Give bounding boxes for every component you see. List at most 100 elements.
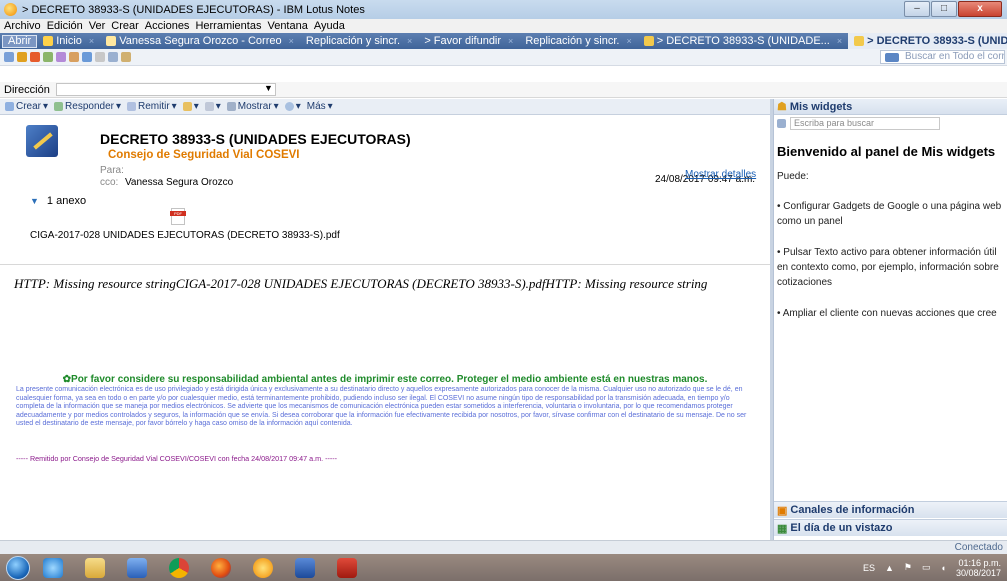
stop-icon[interactable] — [30, 52, 40, 62]
widgets-search-input[interactable]: Escriba para buscar — [790, 117, 940, 130]
menu-ver[interactable]: Ver — [89, 20, 106, 32]
search-icon — [885, 53, 899, 62]
taskbar-media[interactable] — [118, 555, 156, 580]
language-indicator[interactable]: ES — [863, 563, 875, 573]
widgets-menu-icon[interactable] — [777, 119, 786, 128]
email-body: HTTP: Missing resource stringCIGA-2017-0… — [0, 266, 770, 540]
menu-ventana[interactable]: Ventana — [267, 20, 307, 32]
tab-close-icon[interactable]: × — [407, 36, 412, 46]
chevron-down-icon[interactable]: ▼ — [264, 83, 273, 93]
tab-home[interactable]: Inicio × — [37, 33, 100, 49]
taskbar-ie[interactable] — [34, 555, 72, 580]
tab-bar: Abrir Inicio × Vanessa Segura Orozco - Co… — [0, 33, 1007, 49]
widgets-search-row: Escriba para buscar — [774, 115, 1007, 132]
connection-status[interactable]: Conectado — [955, 542, 1003, 553]
address-bar: Dirección ▼ — [0, 82, 1007, 98]
tab-favor-difundir[interactable]: > Favor difundir × — [418, 33, 519, 49]
start-button[interactable] — [6, 555, 30, 580]
maximize-button[interactable]: □ — [931, 1, 957, 17]
document-icon — [643, 36, 654, 46]
address-label: Dirección — [4, 83, 50, 96]
show-details-link[interactable]: Mostrar detalles — [685, 169, 756, 180]
tab-decreto-active[interactable]: > DECRETO 38933-S (UNIDADE...× — [848, 33, 1007, 49]
tab-mail[interactable]: Vanessa Segura Orozco - Correo × — [100, 33, 300, 49]
open-button[interactable]: Abrir — [2, 34, 38, 48]
create-button[interactable]: Crear ▾ — [5, 101, 48, 112]
tab-close-icon[interactable]: × — [289, 36, 294, 46]
new-icon[interactable] — [4, 52, 14, 62]
menu-herramientas[interactable]: Herramientas — [195, 20, 261, 32]
address-input[interactable]: ▼ — [55, 83, 276, 96]
taskbar-chrome[interactable] — [160, 555, 198, 580]
widgets-bullet-3: • Ampliar el cliente con nuevas acciones… — [777, 308, 997, 319]
taskbar-acrobat[interactable] — [328, 555, 366, 580]
tab-close-icon[interactable]: × — [89, 36, 94, 46]
paste-icon[interactable] — [121, 52, 131, 62]
feeds-panel-header[interactable]: ▣ Canales de información — [774, 501, 1007, 518]
day-at-glance-header[interactable]: ▦ El día de un vistazo — [774, 519, 1007, 536]
tab-close-icon[interactable]: × — [626, 36, 631, 46]
menu-acciones[interactable]: Acciones — [145, 20, 190, 32]
search-input[interactable]: Buscar en Todo el correo — [880, 50, 1005, 64]
forward-button[interactable]: Remitir ▾ — [127, 101, 177, 112]
more-button[interactable]: Más ▾ — [307, 101, 333, 112]
refresh-icon[interactable] — [17, 52, 27, 62]
word-icon — [295, 557, 315, 578]
toolbar: Buscar en Todo el correo — [0, 49, 1007, 66]
folder-icon[interactable] — [69, 52, 79, 62]
media-player-icon — [127, 557, 147, 578]
tab-close-icon[interactable]: × — [837, 36, 842, 46]
flag-tray-icon[interactable]: ⚑ — [904, 562, 912, 573]
show-button[interactable]: Mostrar ▾ — [226, 101, 279, 112]
tab-decreto-1[interactable]: > DECRETO 38933-S (UNIDADE... × — [638, 33, 848, 49]
firefox-icon — [211, 557, 231, 578]
network-icon[interactable]: ▭ — [922, 562, 931, 573]
cco-value[interactable]: Vanessa Segura Orozco — [125, 177, 233, 188]
widgets-title: Bienvenido al panel de Mis widgets — [777, 144, 996, 159]
widgets-header[interactable]: ☗ Mis widgets — [774, 99, 1007, 115]
menu-bar: Archivo Edición Ver Crear Acciones Herra… — [0, 19, 1007, 33]
taskbar: ES ▲ ⚑ ▭ ◖ 01:16 p.m. 30/08/2017 — [0, 554, 1007, 581]
search-action-button[interactable]: ▾ — [284, 101, 301, 112]
menu-archivo[interactable]: Archivo — [4, 20, 41, 32]
taskbar-lotus[interactable] — [244, 555, 282, 580]
close-button[interactable]: x — [958, 1, 1002, 17]
home-icon — [43, 36, 54, 46]
copy-icon[interactable] — [108, 52, 118, 62]
menu-crear[interactable]: Crear — [111, 20, 139, 32]
tray-expand-icon[interactable]: ▲ — [885, 563, 894, 573]
flag-button[interactable]: ▾ — [204, 101, 221, 112]
taskbar-word[interactable] — [286, 555, 324, 580]
taskbar-explorer[interactable] — [76, 555, 114, 580]
pdf-icon[interactable] — [170, 208, 186, 225]
reply-button[interactable]: Responder ▾ — [54, 101, 121, 112]
lotus-notes-icon — [4, 3, 17, 16]
status-bar: Conectado — [0, 540, 1007, 554]
tab-close-icon[interactable]: × — [508, 36, 513, 46]
folder-button[interactable]: ▾ — [182, 101, 199, 112]
flag-icon — [204, 102, 214, 111]
toolbar-strip — [0, 66, 1007, 82]
clock[interactable]: 01:16 p.m. 30/08/2017 — [956, 558, 1001, 578]
menu-edicion[interactable]: Edición — [47, 20, 83, 32]
minimize-button[interactable]: – — [904, 1, 930, 17]
magnifier-icon — [284, 102, 294, 111]
folder-icon — [85, 557, 105, 578]
scissors-icon[interactable] — [95, 52, 105, 62]
email-sender[interactable]: Consejo de Seguridad Vial COSEVI — [108, 149, 300, 161]
menu-ayuda[interactable]: Ayuda — [314, 20, 345, 32]
action-bar: Crear ▾ Responder ▾ Remitir ▾ ▾ ▾ Mostrar ▾ … — [0, 99, 770, 115]
edit-icon[interactable] — [56, 52, 66, 62]
leaf-icon: ✿ — [62, 374, 72, 385]
forwarded-line: ----- Remitido por Consejo de Seguridad … — [16, 454, 338, 463]
tab-replication-1[interactable]: Replicación y sincr. × — [300, 33, 418, 49]
disclaimer-text: La presente comunicación electrónica es … — [16, 386, 747, 428]
tab-replication-2[interactable]: Replicación y sincr. × — [519, 33, 637, 49]
forward-icon[interactable] — [43, 52, 53, 62]
attachment-name[interactable]: CIGA-2017-028 UNIDADES EJECUTORAS (DECRE… — [30, 230, 340, 241]
attachments-toggle[interactable]: ▼ 1 anexo — [30, 195, 86, 207]
volume-icon[interactable]: ◖ — [941, 563, 946, 573]
print-icon[interactable] — [82, 52, 92, 62]
taskbar-firefox[interactable] — [202, 555, 240, 580]
rss-icon: ▣ — [777, 504, 788, 517]
